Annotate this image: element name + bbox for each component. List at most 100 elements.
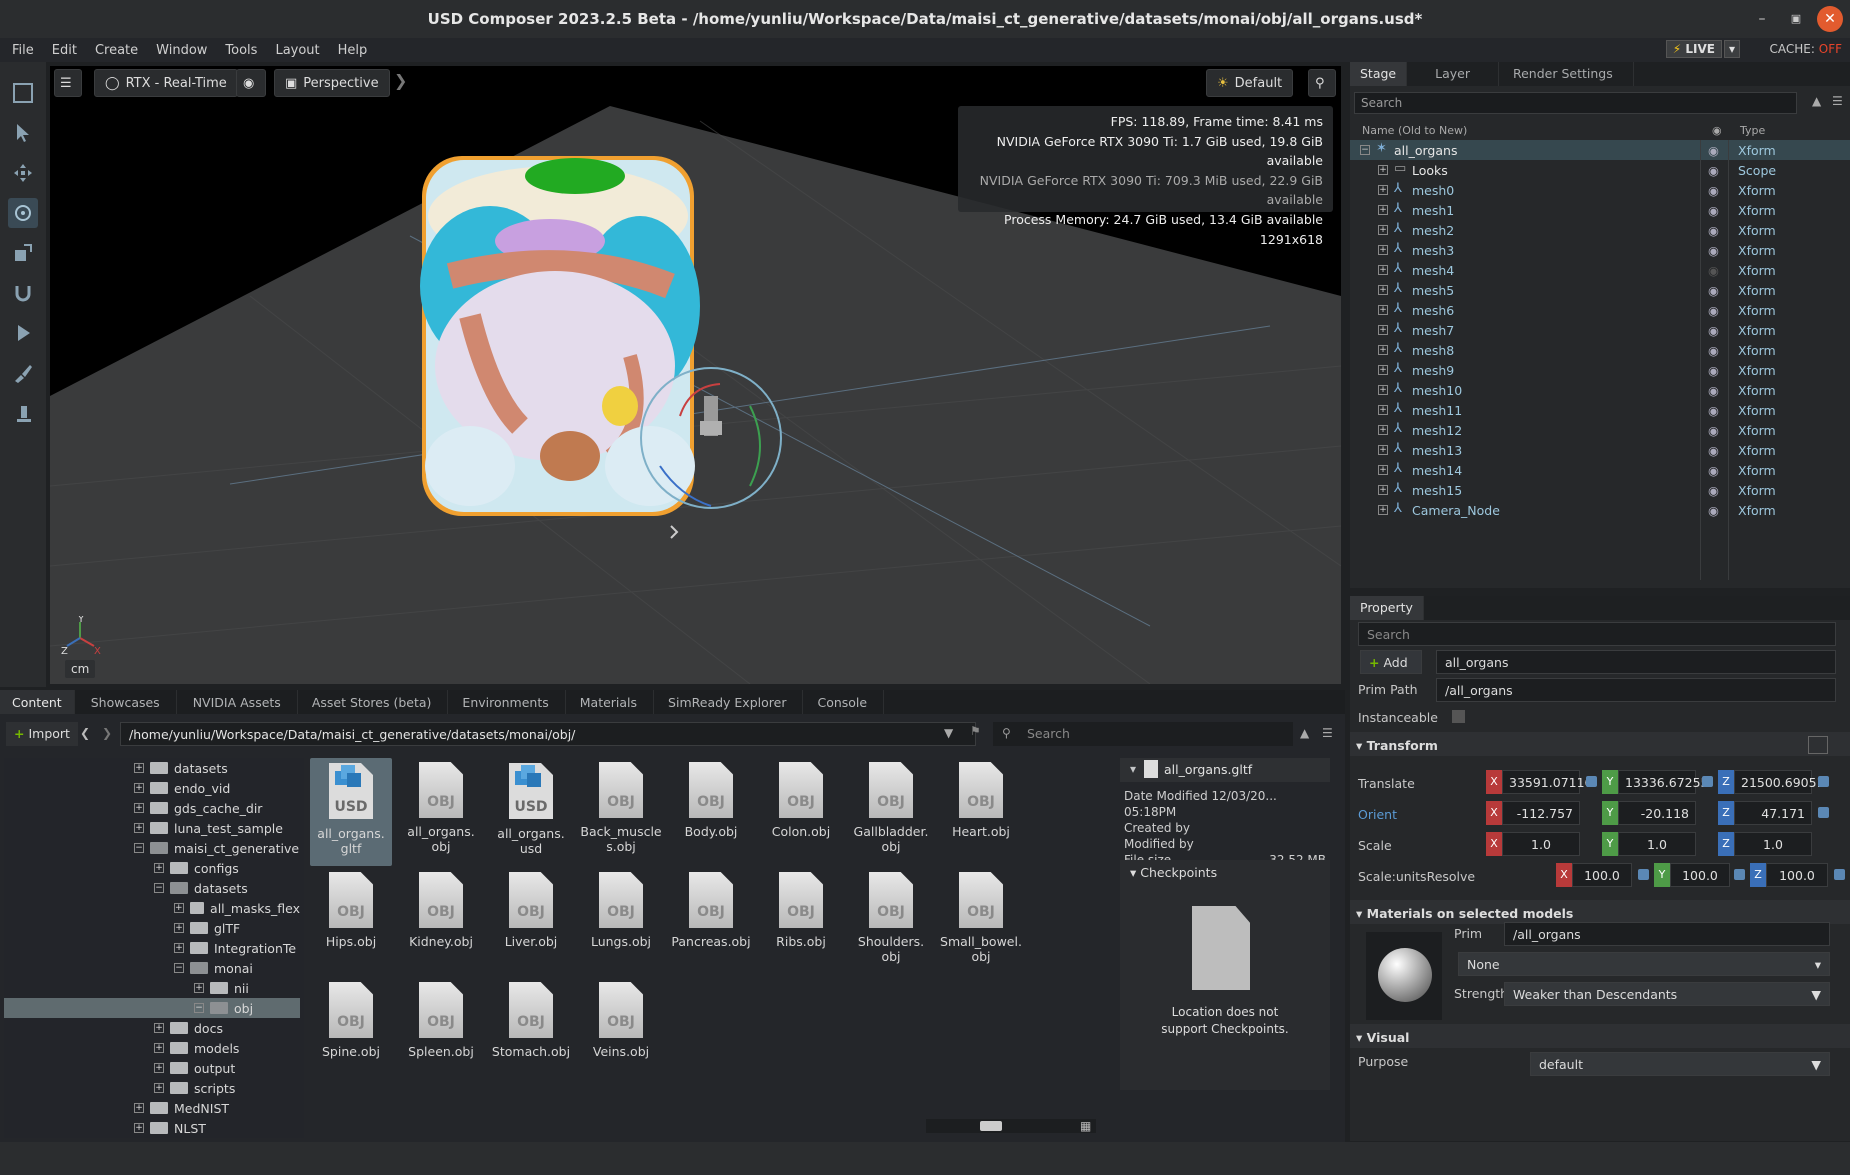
physics-icon[interactable] [8,398,38,428]
expand-icon[interactable]: + [1378,225,1388,235]
expand-icon[interactable]: + [134,823,144,833]
material-prim-field[interactable]: /all_organs [1504,922,1830,946]
snap-icon[interactable] [8,278,38,308]
menu-icon[interactable]: ☰ [1832,94,1843,108]
add-button[interactable]: + Add [1360,650,1422,674]
tab-layer[interactable]: Layer [1407,62,1499,86]
expand-icon[interactable]: + [1378,265,1388,275]
stage-item[interactable]: + ⅄ mesh1 ◉ Xform [1350,200,1850,220]
paint-icon[interactable] [8,358,38,388]
materials-section[interactable]: ▾ Materials on selected models [1356,906,1573,921]
file-item[interactable]: OBJ Small_bowel. obj [940,868,1022,976]
expand-icon[interactable]: + [1378,485,1388,495]
expand-icon[interactable]: + [1378,305,1388,315]
expand-icon[interactable]: ❯ [394,71,407,90]
folder-item[interactable]: + datasets [4,758,300,778]
visibility-icon[interactable]: ◉ [1708,303,1719,318]
file-item[interactable]: OBJ Back_muscle s.obj [580,758,662,866]
file-item[interactable]: OBJ Kidney.obj [400,868,482,976]
expand-icon[interactable]: + [154,1083,164,1093]
orient-y[interactable]: -20.118 [1618,801,1696,825]
stage-item[interactable]: + ⅄ mesh2 ◉ Xform [1350,220,1850,240]
tab-materials[interactable]: Materials [566,690,655,714]
folder-item[interactable]: + scripts [4,1078,300,1098]
stage-item[interactable]: + ⅄ mesh3 ◉ Xform [1350,240,1850,260]
visibility-icon[interactable]: ◉ [1708,463,1719,478]
tab-nvidia-assets[interactable]: NVIDIA Assets [177,690,298,714]
material-select[interactable]: None ▾ [1458,952,1830,976]
translate-y[interactable]: 13336.67255 [1618,770,1709,794]
visibility-icon[interactable]: ◉ [1708,503,1719,518]
visibility-icon[interactable]: ◉ [1708,283,1719,298]
expand-icon[interactable]: + [1378,445,1388,455]
instanceable-checkbox[interactable] [1452,710,1465,723]
menu-window[interactable]: Window [144,43,213,58]
stage-item[interactable]: + ⅄ mesh8 ◉ Xform [1350,340,1850,360]
file-item[interactable]: OBJ Heart.obj [940,758,1022,866]
scale-x[interactable]: 1.0 [1502,832,1580,856]
expand-icon[interactable]: − [134,843,144,853]
tab-simready[interactable]: SimReady Explorer [654,690,804,714]
scale-z[interactable]: 1.0 [1734,832,1812,856]
file-item[interactable]: OBJ Ribs.obj [760,868,842,976]
checkpoints-header[interactable]: ▾ Checkpoints [1130,865,1217,880]
restore-button[interactable]: ▣ [1783,6,1809,32]
expand-icon[interactable]: + [134,783,144,793]
strength-select[interactable]: Weaker than Descendants ▼ [1504,982,1830,1006]
purpose-select[interactable]: default ▼ [1530,1052,1830,1076]
folder-item[interactable]: − maisi_ct_generative [4,838,300,858]
stage-item[interactable]: + ⅄ mesh12 ◉ Xform [1350,420,1850,440]
tab-asset-stores[interactable]: Asset Stores (beta) [298,690,449,714]
expand-icon[interactable]: + [1378,205,1388,215]
stage-item[interactable]: + ⅄ mesh0 ◉ Xform [1350,180,1850,200]
organs-model[interactable] [420,156,700,516]
file-item[interactable]: OBJ Colon.obj [760,758,842,866]
prim-path-field[interactable]: /all_organs [1436,678,1836,702]
menu-help[interactable]: Help [326,43,374,58]
file-item[interactable]: OBJ Spine.obj [310,978,392,1086]
stage-item[interactable]: + ▭ Looks ◉ Scope [1350,160,1850,180]
expand-icon[interactable]: − [1360,145,1370,155]
expand-icon[interactable]: + [134,803,144,813]
expand-icon[interactable]: − [154,883,164,893]
expand-icon[interactable]: + [134,1103,144,1113]
stage-item[interactable]: + ⅄ mesh4 ◉ Xform [1350,260,1850,280]
file-item[interactable]: OBJ Spleen.obj [400,978,482,1086]
forward-icon[interactable]: ❯ [102,726,112,740]
visibility-icon[interactable]: ◉ [1708,363,1719,378]
expand-icon[interactable]: + [154,1023,164,1033]
expand-icon[interactable]: + [174,943,184,953]
orient-label[interactable]: Orient [1358,807,1397,822]
scale-icon[interactable] [8,238,38,268]
expand-icon[interactable]: + [154,1063,164,1073]
expand-icon[interactable]: + [154,863,164,873]
expand-icon[interactable]: + [134,1123,144,1133]
file-item[interactable]: OBJ Pancreas.obj [670,868,752,976]
transform-section[interactable]: ▾ Transform [1356,738,1438,753]
tab-stage[interactable]: Stage [1350,62,1408,86]
folder-item[interactable]: − monai [4,958,300,978]
file-item[interactable]: OBJ Gallbladder. obj [850,758,932,866]
select-mode-icon[interactable] [8,78,38,108]
grid-view-icon[interactable]: ▦ [1080,1119,1091,1133]
stage-item[interactable]: + ⅄ mesh11 ◉ Xform [1350,400,1850,420]
expand-icon[interactable]: + [1378,345,1388,355]
visibility-icon[interactable]: ◉ [1708,263,1719,278]
file-item[interactable]: OBJ Body.obj [670,758,752,866]
tab-render-settings[interactable]: Render Settings [1499,62,1634,86]
filter-icon[interactable]: ▲ [1812,94,1821,108]
file-item[interactable]: OBJ Liver.obj [490,868,572,976]
live-button[interactable]: ⚡ LIVE [1665,40,1722,58]
menu-layout[interactable]: Layout [263,43,325,58]
lighting-button[interactable]: ☀ Default [1206,69,1294,97]
zoom-slider[interactable] [926,1119,1096,1133]
expand-icon[interactable]: + [1378,165,1388,175]
expand-icon[interactable]: + [1378,505,1388,515]
folder-item[interactable]: + glTF [4,918,300,938]
cache-status[interactable]: CACHE: OFF [1770,42,1842,56]
visibility-icon[interactable]: ◉ [1708,343,1719,358]
stage-item[interactable]: + ⅄ mesh10 ◉ Xform [1350,380,1850,400]
visibility-icon[interactable]: ◉ [1708,423,1719,438]
settings-sliders-icon[interactable]: ☰ [54,69,82,97]
tab-property[interactable]: Property [1350,596,1424,620]
